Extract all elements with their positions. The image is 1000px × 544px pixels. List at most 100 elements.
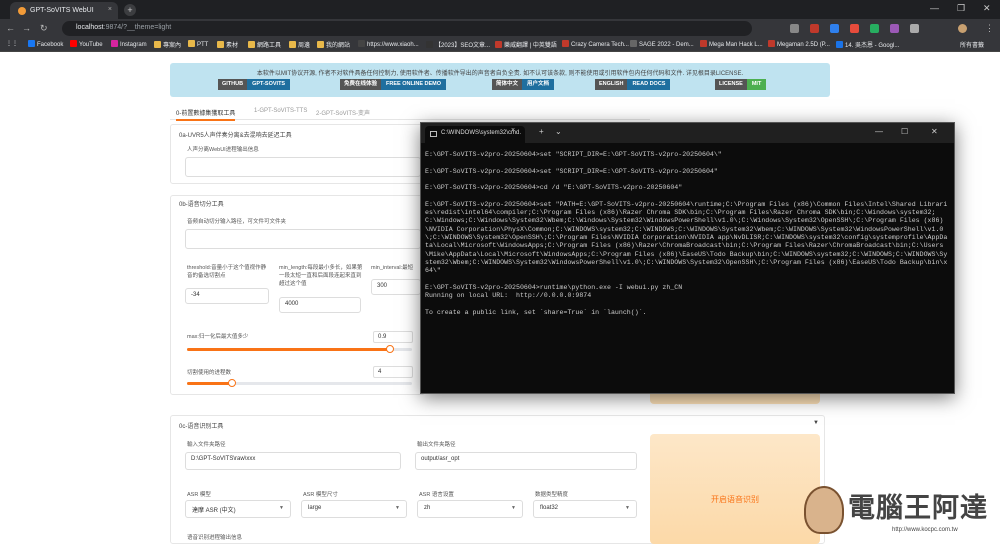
- threshold-input[interactable]: -34: [185, 288, 269, 304]
- cmd-maximize-icon[interactable]: ☐: [901, 127, 908, 136]
- asr-size-select[interactable]: large ▼: [301, 500, 407, 518]
- bookmark-item[interactable]: 周邊: [289, 40, 310, 49]
- bookmark-item[interactable]: YouTube: [70, 40, 103, 48]
- max-number[interactable]: 0.9: [373, 331, 413, 343]
- browser-tab[interactable]: GPT-SoVITS WebUI ×: [10, 2, 118, 19]
- procs-number[interactable]: 4: [373, 366, 413, 378]
- license-banner: 本软件以MIT协议开源, 作者不对软件具备任何控制力, 使用软件者、传播软件导出…: [170, 63, 830, 97]
- asr-output-field[interactable]: output/asr_opt: [415, 452, 637, 470]
- cmd-line: E:\GPT-SoVITS-v2pro-20250604>set "PATH=E…: [425, 200, 948, 275]
- tab-voice-change[interactable]: 2-GPT-SoVITS-变声: [316, 108, 370, 117]
- cmd-line: [425, 275, 950, 283]
- max-slider[interactable]: [187, 345, 412, 353]
- cmd-line: E:\GPT-SoVITS-v2pro-20250604>set "SCRIPT…: [425, 151, 722, 158]
- cmd-close-icon[interactable]: ✕: [931, 127, 938, 136]
- collapse-icon[interactable]: ▼: [813, 420, 819, 426]
- browser-toolbar: ← → ↻ localhost:9874/?__theme=light ⋮: [0, 19, 1000, 38]
- bookmark-item[interactable]: Mega Man Hack L...: [700, 40, 763, 48]
- cmd-line: [425, 192, 950, 200]
- extension-icon[interactable]: [830, 24, 839, 33]
- min-length-input[interactable]: 4000: [279, 297, 361, 313]
- bookmark-item[interactable]: Facebook: [28, 40, 63, 48]
- avatar[interactable]: [958, 24, 967, 33]
- threshold-label: threshold:音量小于这个值视作静音的备选切割点: [187, 265, 267, 279]
- uvr-title: 0a-UVR5人声伴奏分离&去混响去延迟工具: [179, 133, 292, 139]
- max-slider-knob[interactable]: [385, 345, 394, 353]
- cmd-titlebar: C:\WINDOWS\system32\cmd. × + ⌄ — ☐ ✕: [421, 123, 954, 143]
- tab-preprocess[interactable]: 0-前置數據集獲取工具: [176, 108, 236, 121]
- bookmark-item[interactable]: SAGE 2022 - Dem...: [630, 40, 694, 48]
- reload-icon[interactable]: ↻: [40, 23, 48, 34]
- bookmarks-bar: ⋮⋮ Facebook YouTube Instagram 專案內 PTT 素材…: [0, 38, 1000, 52]
- bookmark-item[interactable]: 樂威翻譯 | 中英雙語: [495, 40, 557, 49]
- bookmark-item[interactable]: 素材: [217, 40, 238, 49]
- bookmark-item[interactable]: 我的網站: [317, 40, 350, 49]
- url-host: localhost: [76, 24, 104, 31]
- cmd-window: C:\WINDOWS\system32\cmd. × + ⌄ — ☐ ✕ E:\…: [420, 122, 955, 394]
- min-interval-label: min_interval:最短: [371, 265, 414, 271]
- demo-badge[interactable]: 免费在线体验 FREE ONLINE DEMO: [340, 79, 447, 90]
- procs-slider-knob[interactable]: [228, 379, 236, 387]
- docs-cn-badge[interactable]: 简体中文 用户文档: [492, 79, 555, 90]
- asr-model-select[interactable]: 達摩 ASR (中文) ▼: [185, 500, 291, 518]
- bookmark-item[interactable]: https://www.xiaoh...: [358, 40, 419, 48]
- asr-precision-select[interactable]: float32 ▼: [533, 500, 637, 518]
- bookmark-item[interactable]: 14. 吳杰恩 - Googl...: [836, 40, 899, 49]
- asr-size-label: ASR 模型尺寸: [303, 492, 338, 498]
- extension-icon[interactable]: [870, 24, 879, 33]
- slicer-input-field[interactable]: [185, 229, 421, 249]
- watermark-text: 電腦王阿達: [848, 493, 988, 524]
- back-icon[interactable]: ←: [6, 23, 15, 33]
- address-bar[interactable]: localhost:9874/?__theme=light: [62, 21, 752, 36]
- tab-tts[interactable]: 1-GPT-SoVITS-TTS: [254, 108, 307, 114]
- tab-close-icon[interactable]: ×: [108, 6, 112, 13]
- slicer-input-label: 音频自动切分输入路径，可文件可文件夹: [187, 219, 287, 225]
- asr-precision-label: 数据类型精度: [535, 492, 569, 498]
- bookmark-item[interactable]: 專案內: [154, 40, 181, 49]
- asr-input-field[interactable]: D:\GPT-SoVITS\raw\xxx: [185, 452, 401, 470]
- bookmark-item[interactable]: Instagram: [111, 40, 147, 48]
- cmd-dropdown-icon[interactable]: ⌄: [555, 127, 562, 136]
- uvr-log-field: [185, 157, 421, 177]
- min-interval-input[interactable]: 300: [371, 279, 421, 295]
- bookmark-item[interactable]: PTT: [188, 40, 208, 48]
- bookmark-item[interactable]: Megaman 2.5D (P...: [768, 40, 830, 48]
- cmd-tab-close-icon[interactable]: ×: [511, 127, 515, 134]
- apps-icon[interactable]: ⋮⋮: [6, 40, 18, 47]
- extension-icon[interactable]: [810, 24, 819, 33]
- all-bookmarks[interactable]: 所有書籤: [960, 40, 984, 49]
- cmd-new-tab-icon[interactable]: +: [539, 127, 544, 136]
- url-path: :9874/?__theme=light: [103, 24, 172, 31]
- extension-icon[interactable]: [890, 24, 899, 33]
- extension-icon[interactable]: [850, 24, 859, 33]
- asr-output-label: 輸出文件夹路径: [417, 442, 456, 448]
- cmd-output: E:\GPT-SoVITS-v2pro-20250604>set "SCRIPT…: [425, 151, 950, 317]
- cmd-tab[interactable]: C:\WINDOWS\system32\cmd.: [425, 126, 525, 143]
- banner-text: 本软件以MIT协议开源, 作者不对软件具备任何控制力, 使用软件者、传播软件导出…: [256, 71, 744, 77]
- puzzle-icon[interactable]: [910, 24, 919, 33]
- forward-icon[interactable]: →: [22, 23, 31, 33]
- window-close-icon[interactable]: ✕: [983, 3, 991, 14]
- bookmark-item[interactable]: 網路工具: [248, 40, 281, 49]
- new-tab-button[interactable]: +: [124, 4, 136, 16]
- extension-icon[interactable]: [790, 24, 799, 33]
- slicer-section: 0b-语音切分工具 音频自动切分输入路径，可文件可文件夹 threshold:音…: [170, 195, 425, 395]
- license-badge[interactable]: LICENSE MIT: [715, 79, 767, 90]
- cmd-minimize-icon[interactable]: —: [875, 127, 883, 136]
- asr-model-label: ASR 模型: [187, 492, 211, 498]
- asr-lang-select[interactable]: zh ▼: [417, 500, 523, 518]
- bookmark-item[interactable]: Crazy Camera Tech...: [562, 40, 629, 48]
- cmd-line: Running on local URL: http://0.0.0.0:987…: [425, 292, 592, 300]
- bookmark-item[interactable]: 【2023】SEO文章...: [426, 40, 490, 49]
- maximize-icon[interactable]: ❐: [957, 3, 965, 14]
- procs-slider[interactable]: [187, 379, 412, 387]
- gradio-favicon-icon: [18, 7, 26, 15]
- uvr-log-label: 人声分离WebUI进程输出信息: [187, 147, 259, 153]
- github-badge[interactable]: GITHUB GPT-SOVITS: [218, 79, 291, 90]
- start-asr-button[interactable]: 开启语音识别: [650, 434, 820, 544]
- menu-icon[interactable]: ⋮: [985, 23, 994, 34]
- cmd-line: [425, 300, 950, 308]
- minimize-icon[interactable]: —: [930, 3, 939, 13]
- max-label: max:归一化后最大值多少: [187, 334, 249, 340]
- docs-en-badge[interactable]: ENGLISH READ DOCS: [595, 79, 671, 90]
